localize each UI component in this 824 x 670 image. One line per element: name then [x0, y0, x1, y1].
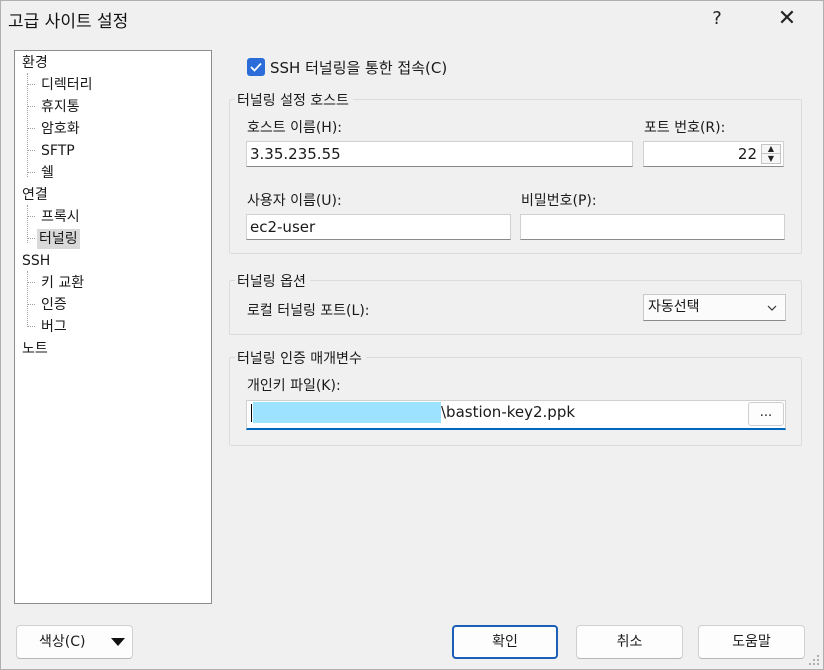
username-label: 사용자 이름(U):: [247, 193, 342, 209]
port-label: 포트 번호(R):: [644, 120, 726, 136]
tunnel-checkbox-label[interactable]: SSH 터널링을 통한 접속(C): [270, 57, 447, 78]
tree-connector: [27, 216, 35, 217]
tree-item-connection[interactable]: 연결: [20, 185, 50, 205]
tree-connector: [27, 271, 28, 327]
color-button-label: 색상(C): [39, 634, 86, 650]
ok-button[interactable]: 확인: [452, 625, 558, 659]
local-port-select[interactable]: 자동선택: [643, 294, 786, 321]
resize-grip-icon[interactable]: [808, 654, 820, 666]
tree-connector: [27, 150, 35, 151]
tunnel-options-group-title: 터널링 옵션: [235, 271, 310, 291]
cancel-button[interactable]: 취소: [576, 625, 683, 659]
keyfile-field[interactable]: \bastion-key2.ppk ...: [246, 400, 786, 430]
tree-connector: [27, 238, 35, 239]
tunnel-host-group-title: 터널링 설정 호스트: [235, 90, 353, 110]
local-port-label: 로컬 터널링 포트(L):: [247, 303, 370, 319]
tree-connector: [27, 73, 28, 177]
dropdown-arrow-icon: [111, 638, 125, 646]
color-button[interactable]: 색상(C): [16, 625, 133, 659]
port-value: 22: [737, 145, 757, 163]
tree-item-sftp[interactable]: SFTP: [39, 141, 77, 161]
settings-tree[interactable]: 환경 디렉터리 휴지통 암호화 SFTP 쉘 연결 프록시 터널링 SSH 키 …: [14, 50, 212, 604]
tree-item-tunnel[interactable]: 터널링: [37, 229, 80, 249]
check-icon: [250, 62, 262, 72]
hostname-label: 호스트 이름(H):: [247, 120, 343, 136]
tree-item-notes[interactable]: 노트: [20, 339, 50, 359]
tunnel-auth-group-title: 터널링 인증 매개변수: [235, 348, 366, 368]
tree-item-proxy[interactable]: 프록시: [39, 207, 82, 227]
tree-item-ssh[interactable]: SSH: [20, 251, 52, 271]
tree-item-shell[interactable]: 쉘: [39, 163, 56, 183]
redacted-path: [253, 402, 441, 423]
tree-connector: [27, 304, 35, 305]
close-icon[interactable]: ✕: [764, 0, 810, 36]
tree-item-bugs[interactable]: 버그: [39, 317, 69, 337]
password-label: 비밀번호(P):: [521, 193, 597, 209]
tree-connector: [27, 282, 35, 283]
port-spinner[interactable]: ▲ ▼: [761, 144, 781, 164]
text-cursor: [251, 404, 252, 422]
chevron-down-icon: [767, 305, 777, 311]
tree-connector: [27, 326, 35, 327]
tree-connector: [27, 84, 35, 85]
tree-connector: [27, 128, 35, 129]
tunnel-checkbox[interactable]: [247, 58, 265, 76]
help-button[interactable]: 도움말: [698, 625, 805, 659]
window-title: 고급 사이트 설정: [8, 12, 129, 32]
keyfile-label: 개인키 파일(K):: [247, 378, 341, 394]
keyfile-value: \bastion-key2.ppk: [441, 403, 576, 421]
port-stepper[interactable]: 22 ▲ ▼: [643, 141, 784, 167]
tree-connector: [27, 106, 35, 107]
title-bar: 고급 사이트 설정 ? ✕: [0, 0, 824, 36]
hostname-field[interactable]: 3.35.235.55: [246, 141, 633, 167]
local-port-value: 자동선택: [648, 299, 700, 315]
tree-item-trash[interactable]: 휴지통: [39, 97, 82, 117]
tree-item-key-exchange[interactable]: 키 교환: [39, 273, 86, 293]
tree-item-encryption[interactable]: 암호화: [39, 119, 82, 139]
username-field[interactable]: ec2-user: [246, 214, 511, 240]
tree-item-directory[interactable]: 디렉터리: [39, 75, 95, 95]
tree-connector: [27, 172, 35, 173]
password-field[interactable]: [520, 214, 785, 240]
tree-item-environment[interactable]: 환경: [20, 53, 50, 73]
tree-item-auth[interactable]: 인증: [39, 295, 69, 315]
help-icon[interactable]: ?: [694, 0, 740, 36]
browse-button[interactable]: ...: [748, 402, 784, 426]
spin-down-icon[interactable]: ▼: [762, 154, 780, 163]
